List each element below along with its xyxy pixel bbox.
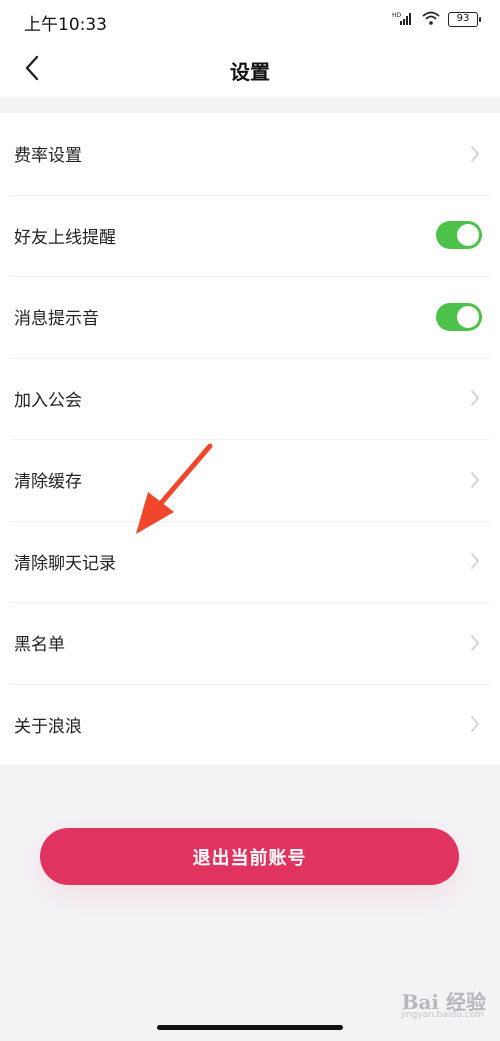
chevron-right-icon — [468, 470, 482, 490]
settings-item-label: 费率设置 — [14, 146, 82, 167]
settings-list: 费率设置 好友上线提醒 消息提示音 加入公会 清除缓存 清除聊天记录 黑名单 关… — [0, 113, 500, 765]
section-divider — [0, 97, 500, 113]
toggle-knob — [457, 224, 479, 247]
settings-item-rate[interactable]: 费率设置 — [0, 113, 500, 195]
settings-item-label: 关于浪浪 — [14, 716, 82, 737]
settings-item-clear-chat-history[interactable]: 清除聊天记录 — [0, 520, 500, 603]
chevron-right-icon — [468, 144, 482, 164]
settings-item-clear-cache[interactable]: 清除缓存 — [0, 439, 500, 521]
wifi-icon — [422, 10, 440, 29]
status-icons: HD 93 — [392, 10, 481, 29]
settings-item-label: 黑名单 — [14, 635, 65, 656]
chevron-right-icon — [468, 714, 482, 734]
settings-item-label: 消息提示音 — [14, 309, 99, 330]
settings-item-friend-online-alert: 好友上线提醒 — [0, 194, 500, 277]
status-time: 上午10:33 — [24, 15, 107, 35]
battery-icon: 93 — [448, 12, 481, 27]
settings-item-label: 加入公会 — [14, 390, 82, 411]
navigation-bar: 设置 — [0, 42, 500, 97]
settings-item-label: 清除聊天记录 — [14, 553, 116, 574]
home-indicator[interactable] — [157, 1025, 343, 1030]
chevron-right-icon — [468, 551, 482, 571]
watermark-url: jingyan.baidu.com — [400, 1010, 484, 1020]
logout-button[interactable]: 退出当前账号 — [40, 828, 459, 885]
page-title: 设置 — [230, 60, 270, 84]
status-bar: 上午10:33 HD 93 — [0, 0, 500, 42]
settings-item-blacklist[interactable]: 黑名单 — [0, 602, 500, 684]
signal-icon: HD — [392, 10, 414, 29]
settings-item-about[interactable]: 关于浪浪 — [0, 683, 500, 766]
settings-item-message-sound: 消息提示音 — [0, 276, 500, 358]
chevron-right-icon — [468, 388, 482, 408]
chevron-right-icon — [468, 633, 482, 653]
settings-item-join-guild[interactable]: 加入公会 — [0, 357, 500, 440]
settings-item-label: 清除缓存 — [14, 472, 82, 493]
friend-online-toggle[interactable] — [436, 221, 482, 250]
network-label: HD — [392, 12, 402, 19]
message-sound-toggle[interactable] — [436, 302, 482, 331]
toggle-knob — [457, 305, 479, 328]
settings-item-label: 好友上线提醒 — [14, 227, 116, 248]
